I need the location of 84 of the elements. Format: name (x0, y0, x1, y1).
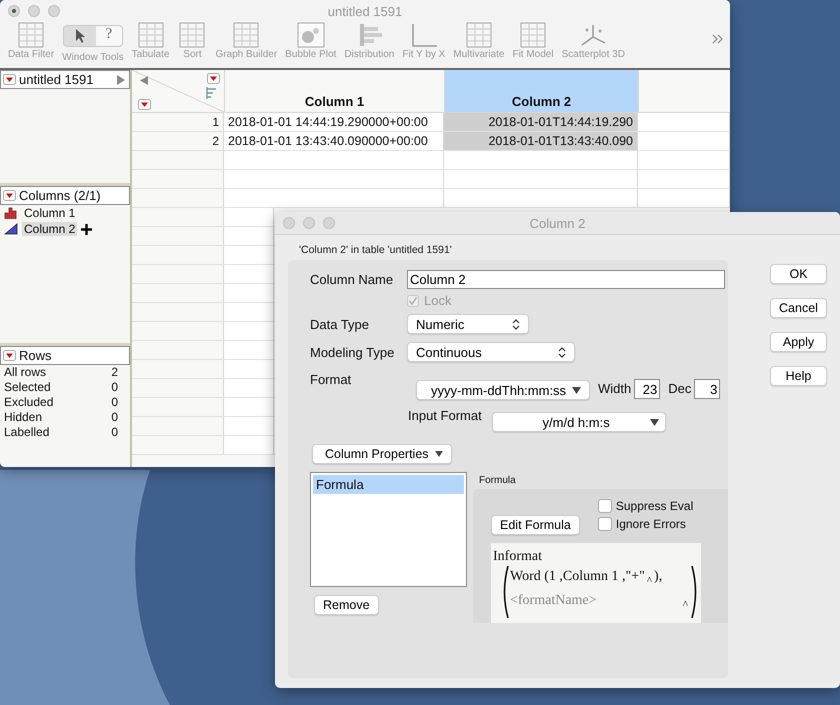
field-label: Format (310, 372, 352, 387)
format-select[interactable]: yyyy-mm-ddThh:mm:ss (416, 380, 590, 400)
field-label: Dec (668, 381, 692, 396)
field-label: Column Name (310, 272, 394, 287)
column-list-item[interactable]: Column 1 (22, 206, 78, 220)
row-state-count: 2 (111, 365, 118, 380)
table-cell: 2018-01-01T14:44:19.290 (444, 113, 638, 131)
window-title: Column 2 (530, 216, 586, 230)
formula-term: Word (1 ,Column 1 ,"+" (510, 569, 645, 585)
dropdown-caret-icon (650, 418, 659, 426)
zoom-button[interactable] (48, 5, 60, 17)
row-state-label: Labelled (4, 425, 50, 440)
width-field[interactable]: 23 (634, 379, 660, 399)
rows-panel-header[interactable]: Rows (0, 346, 130, 365)
row-state-count: 0 (111, 380, 118, 395)
dropdown-menu-icon[interactable] (207, 73, 220, 84)
dialog-button[interactable]: OK (770, 264, 827, 284)
window-title: untitled 1591 (328, 4, 402, 18)
dropdown-caret-icon (435, 451, 443, 457)
checkbox-label: Ignore Errors (616, 517, 686, 531)
dialog-button[interactable]: Help (770, 366, 827, 386)
column-header[interactable]: Column 2 (445, 70, 639, 112)
edit-formula-button[interactable]: Edit Formula (491, 515, 580, 535)
dropdown-menu-icon[interactable] (138, 99, 151, 110)
dialog-button[interactable]: Cancel (770, 298, 827, 318)
checkbox[interactable] (598, 517, 612, 531)
row-state-label: Selected (4, 380, 51, 395)
table-cell: 2018-01-01 13:43:40.090000+00:00 (224, 132, 444, 150)
right-parenthesis-icon (691, 565, 699, 619)
play-icon[interactable] (116, 74, 125, 84)
property-list-item[interactable]: Formula (313, 475, 464, 494)
checkbox-label: Suppress Eval (616, 499, 694, 513)
table-cell: 2018-01-01 14:44:19.290000+00:00 (224, 113, 444, 131)
modeling-type-select[interactable]: Continuous (407, 342, 575, 362)
dialog-button[interactable]: Apply (770, 332, 827, 352)
table-panel-header[interactable]: untitled 1591 (0, 70, 130, 89)
field-label: Width (598, 381, 632, 396)
window-tools-button[interactable]: ? Window Tools (58, 22, 128, 63)
row-state-label: All rows (4, 365, 46, 380)
rows-title: Rows (19, 348, 53, 363)
data-type-select[interactable]: Numeric (407, 314, 529, 334)
field-label: Modeling Type (310, 344, 396, 360)
row-state-label: Hidden (4, 410, 42, 425)
formula-function: Informat (493, 549, 543, 565)
dropdown-menu-icon[interactable] (3, 74, 16, 85)
insert-mark: ^ (646, 575, 652, 587)
input-format-select[interactable]: y/m/d h:m:s (492, 412, 666, 432)
columns-title: Columns (2/1) (19, 188, 102, 203)
sort-lines-icon (206, 87, 218, 99)
columns-panel-header[interactable]: Columns (2/1) (0, 186, 130, 205)
row-state-label: Excluded (4, 395, 54, 410)
field-label: Input Format (408, 408, 482, 423)
dropdown-menu-icon[interactable] (3, 350, 16, 361)
close-button[interactable] (8, 5, 20, 17)
up-down-chevron-icon (512, 318, 520, 330)
dropdown-caret-icon (572, 386, 581, 394)
section-title: Formula (478, 474, 517, 488)
bar-chart-icon (4, 207, 18, 219)
remove-button[interactable]: Remove (314, 595, 379, 615)
chevron-more-icon[interactable] (712, 34, 724, 44)
column-name-field[interactable]: Column 2 (407, 270, 725, 289)
help-glyph: ? (104, 26, 114, 44)
column-properties-menu[interactable]: Column Properties (312, 444, 452, 464)
left-triangle-icon[interactable] (140, 76, 148, 85)
row-state-count: 0 (111, 425, 118, 440)
dropdown-menu-icon[interactable] (3, 190, 16, 201)
minimize-button[interactable] (28, 5, 40, 17)
dialog-caption: 'Column 2' in table 'untitled 1591' (299, 243, 452, 258)
insert-mark: ^ (682, 599, 688, 611)
row-state-count: 0 (111, 395, 118, 410)
formula-term: ), (654, 569, 662, 585)
checkbox-label: Lock (424, 293, 452, 308)
up-down-chevron-icon (558, 346, 566, 358)
triangle-icon (4, 223, 18, 235)
checkmark-icon (408, 296, 418, 306)
decimals-field[interactable]: 3 (694, 379, 720, 399)
table-name: untitled 1591 (19, 72, 94, 87)
row-state-count: 0 (111, 410, 118, 425)
table-cell: 2018-01-01T13:43:40.090 (444, 132, 638, 150)
column-list-item[interactable]: Column 2 (22, 222, 78, 236)
plus-cursor-icon (81, 224, 92, 234)
field-label: Data Type (310, 316, 370, 332)
checkbox[interactable] (598, 499, 612, 513)
left-parenthesis-icon (501, 565, 509, 619)
